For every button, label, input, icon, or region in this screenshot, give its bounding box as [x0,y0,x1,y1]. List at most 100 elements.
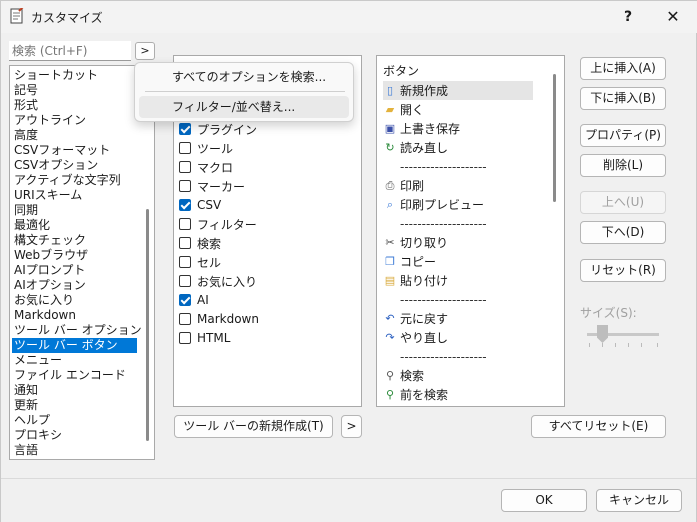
toolbar-checkbox-row[interactable]: HTML [179,329,230,347]
search-options-button[interactable]: > [135,42,155,60]
toolbar-checkbox-label: お気に入り [197,274,258,289]
checkbox[interactable] [179,180,191,192]
delete-button[interactable]: 削除(L) [580,154,666,177]
category-item[interactable]: Markdown [12,308,137,323]
toolbar-checkbox-row[interactable]: プラグイン [179,120,257,138]
menu-item-filter-sort[interactable]: フィルター/並べ替え... [139,96,349,118]
category-item[interactable]: 最適化 [12,218,137,233]
button-item-label: 新規作成 [400,84,449,98]
category-item[interactable]: ヘルプ [12,413,137,428]
category-item[interactable]: プロキシ [12,428,137,443]
checkbox[interactable] [179,256,191,268]
separator-label: -------------------- [400,349,487,364]
move-up-button[interactable]: 上へ(U) [580,191,666,214]
toolbar-checkbox-label: AI [197,293,209,307]
size-slider-thumb[interactable] [597,325,608,343]
slider-tick [615,343,616,347]
category-item[interactable]: ファイル エンコード [12,368,137,383]
button-item[interactable]: ⚲ 検索 [383,366,533,385]
category-list[interactable]: ショートカット 記号 形式 アウトライン 高度 CSVフォーマット CSVオプション アクティ… [9,65,155,460]
checkbox[interactable] [179,332,191,344]
category-item[interactable]: Webブラウザ [12,248,137,263]
category-item[interactable]: AIオプション [12,278,137,293]
checkbox[interactable] [179,275,191,287]
save-icon: ▣ [384,121,396,135]
insert-below-button[interactable]: 下に挿入(B) [580,87,666,110]
separator-item[interactable]: -------------------- [383,347,533,366]
separator-item[interactable]: -------------------- [383,214,533,233]
button-item[interactable]: ⎙ 印刷 [383,176,533,195]
new-toolbar-button[interactable]: ツール バーの新規作成(T) [174,415,333,438]
separator-item[interactable]: -------------------- [383,157,533,176]
reset-button[interactable]: リセット(R) [580,259,666,282]
button-item[interactable]: ✂ 切り取り [383,233,533,252]
category-item[interactable]: URIスキーム [12,188,137,203]
category-item[interactable]: AIプロンプト [12,263,137,278]
insert-above-button[interactable]: 上に挿入(A) [580,57,666,80]
button-item[interactable]: ▤ 貼り付け [383,271,533,290]
checkbox[interactable] [179,237,191,249]
buttons-list[interactable]: ボタン ▯ 新規作成 ▰ 開く ▣ 上書き保存 ↻ 読み直し -----------------… [376,55,565,407]
category-item[interactable]: 通知 [12,383,137,398]
new-toolbar-more-button[interactable]: > [341,415,362,438]
separator-label: -------------------- [400,292,487,307]
category-item[interactable]: 記号 [12,83,137,98]
category-item[interactable]: メニュー [12,353,137,368]
category-item[interactable]: アウトライン [12,113,137,128]
checkbox[interactable] [179,199,191,211]
toolbar-checkbox-row[interactable]: CSV [179,196,221,214]
category-item[interactable]: ツール バー ボタン [12,338,137,353]
category-item[interactable]: ショートカット [12,68,137,83]
toolbar-checkbox-row[interactable]: 検索 [179,234,221,252]
button-item[interactable]: ▰ 開く [383,100,533,119]
toolbar-checkbox-row[interactable]: フィルター [179,215,257,233]
toolbar-checkbox-row[interactable]: Markdown [179,310,259,328]
button-item-label: 印刷プレビュー [400,198,485,212]
menu-item-search-all-options[interactable]: すべてのオプションを検索... [139,66,349,88]
button-item[interactable]: ▯ 新規作成 [383,81,533,100]
category-item[interactable]: 言語 [12,443,137,458]
ok-button[interactable]: OK [501,489,587,512]
button-item[interactable]: ↻ 読み直し [383,138,533,157]
checkbox[interactable] [179,218,191,230]
category-item[interactable]: お気に入り [12,293,137,308]
cancel-button[interactable]: キャンセル [596,489,682,512]
button-item-label: やり直し [400,331,449,345]
toolbar-checkbox-row[interactable]: セル [179,253,221,271]
checkbox[interactable] [179,142,191,154]
toolbar-checkbox-row[interactable]: AI [179,291,209,309]
toolbar-checkbox-row[interactable]: マーカー [179,177,245,195]
reset-all-button[interactable]: すべてリセット(E) [531,415,666,438]
button-item[interactable]: ↷ やり直し [383,328,533,347]
search-input[interactable] [9,41,131,61]
category-item[interactable]: 形式 [12,98,137,113]
checkbox[interactable] [179,161,191,173]
category-item[interactable]: 構文チェック [12,233,137,248]
toolbar-checkbox-row[interactable]: マクロ [179,158,233,176]
category-item[interactable]: アクティブな文字列 [12,173,137,188]
find-icon: ⚲ [385,368,395,382]
help-button[interactable]: ? [618,6,638,28]
category-scrollbar[interactable] [146,209,149,441]
buttons-scrollbar[interactable] [553,74,556,202]
properties-button[interactable]: プロパティ(P) [580,124,666,147]
checkbox[interactable] [179,313,191,325]
category-item[interactable]: 高度 [12,128,137,143]
toolbar-checkbox-row[interactable]: ツール [179,139,233,157]
move-down-button[interactable]: 下へ(D) [580,221,666,244]
separator-item[interactable]: -------------------- [383,290,533,309]
button-item[interactable]: ⌕ 印刷プレビュー [383,195,533,214]
checkbox[interactable] [179,123,191,135]
button-item[interactable]: ⚲ 前を検索 [383,385,533,404]
button-item[interactable]: ↶ 元に戻す [383,309,533,328]
category-item[interactable]: 同期 [12,203,137,218]
checkbox[interactable] [179,294,191,306]
category-item[interactable]: ツール バー オプション [12,323,142,338]
toolbar-checkbox-row[interactable]: お気に入り [179,272,257,290]
close-button[interactable]: ✕ [656,6,690,28]
category-item[interactable]: CSVオプション [12,158,137,173]
button-item[interactable]: ❐ コピー [383,252,533,271]
button-item[interactable]: ▣ 上書き保存 [383,119,533,138]
category-item[interactable]: 更新 [12,398,137,413]
category-item[interactable]: CSVフォーマット [12,143,137,158]
